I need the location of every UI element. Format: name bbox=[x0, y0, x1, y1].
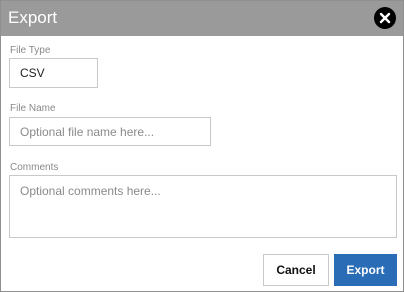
dialog-titlebar: Export bbox=[1, 1, 403, 36]
cancel-button[interactable]: Cancel bbox=[263, 254, 329, 286]
export-button[interactable]: Export bbox=[334, 254, 397, 286]
file-name-input[interactable] bbox=[9, 117, 211, 146]
file-name-label: File Name bbox=[10, 103, 56, 114]
file-type-select[interactable]: CSV bbox=[9, 58, 98, 88]
export-dialog: Export File Type CSV File Name Comments … bbox=[0, 0, 404, 292]
comments-label: Comments bbox=[10, 162, 59, 173]
dialog-title: Export bbox=[8, 8, 58, 27]
close-icon bbox=[379, 12, 391, 24]
close-button[interactable] bbox=[374, 7, 396, 29]
comments-textarea[interactable] bbox=[9, 175, 397, 238]
file-type-label: File Type bbox=[10, 45, 51, 56]
